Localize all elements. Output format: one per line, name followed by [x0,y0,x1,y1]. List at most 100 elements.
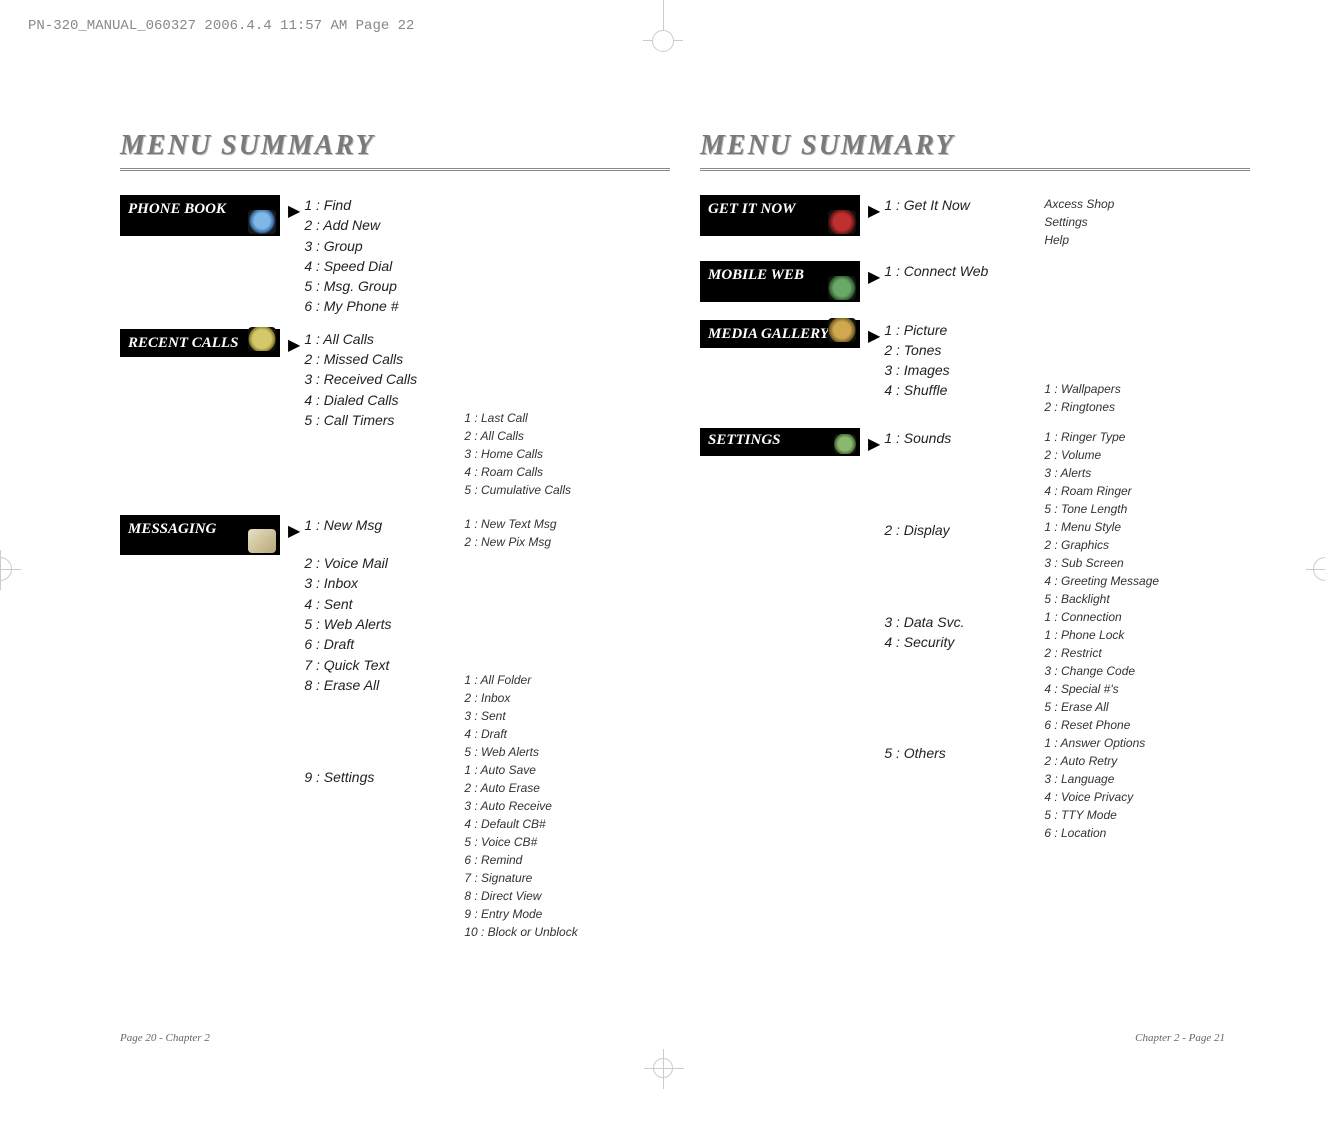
list-item: 5 : Web Alerts [464,743,670,761]
list-item: 5 : Voice CB# [464,833,670,851]
list-item: 3 : Group [304,236,464,256]
binding-mark-bottom [653,1058,673,1078]
list-item: 1 : Picture [884,320,1044,340]
list-item: 3 : Alerts [1044,464,1250,482]
list-item: 4 : Roam Ringer [1044,482,1250,500]
badge-get-it-now: GET IT NOW [700,195,860,236]
recent-calls-items: 1 : All Calls 2 : Missed Calls 3 : Recei… [304,329,464,430]
list-item: 3 : Received Calls [304,369,464,389]
list-item: 1 : New Msg [304,515,464,535]
section-mobile-web: MOBILE WEB ▶ 1 : Connect Web [700,261,1250,302]
title-rule [700,168,1250,171]
list-item: 4 : Roam Calls [464,463,670,481]
list-item: Axcess Shop [1044,195,1250,213]
list-item: 2 : Add New [304,215,464,235]
footer-right: Chapter 2 - Page 21 [1135,1032,1225,1044]
phone-book-items: 1 : Find 2 : Add New 3 : Group 4 : Speed… [304,195,464,317]
mobile-web-icon [828,276,856,300]
arrow-icon: ▶ [860,261,884,287]
list-item: 3 : Data Svc. [884,612,1044,632]
list-item: 1 : Connect Web [884,261,1044,281]
binding-mark-top [618,0,708,50]
messaging-items: 1 : New Msg 2 : Voice Mail 3 : Inbox 4 :… [304,515,464,788]
list-item: 6 : Location [1044,824,1250,842]
list-item: 6 : Draft [304,634,464,654]
media-gallery-icon [828,318,856,342]
page-title: MENU SUMMARY [120,130,670,162]
list-item: 5 : Tone Length [1044,500,1250,518]
arrow-icon: ▶ [860,320,884,346]
list-item: 2 : Graphics [1044,536,1250,554]
settings-items: 1 : Sounds 2 : Display 3 : Data Svc. 4 :… [884,428,1044,763]
list-item: 5 : Msg. Group [304,276,464,296]
list-item: 3 : Auto Receive [464,797,670,815]
list-item: 1 : Answer Options [1044,734,1250,752]
list-item: 3 : Inbox [304,573,464,593]
list-item: 4 : Speed Dial [304,256,464,276]
list-item: 4 : Greeting Message [1044,572,1250,590]
list-item: 1 : Sounds [884,428,1044,448]
arrow-icon: ▶ [280,515,304,541]
badge-label: MESSAGING [128,521,216,537]
page-right: MENU SUMMARY GET IT NOW ▶ 1 : Get It Now… [700,130,1250,854]
list-item: 5 : Cumulative Calls [464,481,670,499]
list-item: 7 : Signature [464,869,670,887]
list-item: 2 : Missed Calls [304,349,464,369]
list-item: 2 : Tones [884,340,1044,360]
badge-mobile-web: MOBILE WEB [700,261,860,302]
badge-phone-book: PHONE BOOK [120,195,280,236]
badge-label: MOBILE WEB [708,267,804,283]
badge-label: RECENT CALLS [128,335,238,351]
list-item: 6 : Reset Phone [1044,716,1250,734]
section-phone-book: PHONE BOOK ▶ 1 : Find 2 : Add New 3 : Gr… [120,195,670,317]
list-item: 2 : New Pix Msg [464,533,670,551]
arrow-icon: ▶ [860,428,884,454]
settings-sub: 1 : Ringer Type 2 : Volume 3 : Alerts 4 … [1044,428,1250,842]
list-item: Settings [1044,213,1250,231]
list-item: 9 : Entry Mode [464,905,670,923]
list-item: 1 : Menu Style [1044,518,1250,536]
media-gallery-items: 1 : Picture 2 : Tones 3 : Images 4 : Shu… [884,320,1044,401]
list-item: 1 : Get It Now [884,195,1044,215]
list-item: 5 : Others [884,743,1044,763]
list-item: 5 : Web Alerts [304,614,464,634]
list-item: 1 : Wallpapers [1044,380,1250,398]
list-item: Help [1044,231,1250,249]
badge-label: GET IT NOW [708,201,796,217]
list-item: 2 : Inbox [464,689,670,707]
list-item: 9 : Settings [304,767,464,787]
call-timers-sub: 1 : Last Call 2 : All Calls 3 : Home Cal… [464,329,670,499]
registration-mark-left [0,557,12,581]
list-item: 2 : All Calls [464,427,670,445]
recent-calls-icon [248,327,276,351]
arrow-icon: ▶ [860,195,884,221]
list-item: 1 : Connection [1044,608,1250,626]
badge-recent-calls: RECENT CALLS [120,329,280,358]
section-get-it-now: GET IT NOW ▶ 1 : Get It Now Axcess Shop … [700,195,1250,249]
list-item: 4 : Voice Privacy [1044,788,1250,806]
list-item: 4 : Security [884,632,1044,652]
media-gallery-sub: 1 : Wallpapers 2 : Ringtones [1044,320,1250,416]
list-item: 7 : Quick Text [304,655,464,675]
list-item: 4 : Shuffle [884,380,1044,400]
phone-book-icon [248,210,276,234]
section-messaging: MESSAGING ▶ 1 : New Msg 2 : Voice Mail 3… [120,515,670,941]
badge-media-gallery: MEDIA GALLERY [700,320,860,349]
list-item: 1 : All Calls [304,329,464,349]
list-item: 3 : Sent [464,707,670,725]
arrow-icon: ▶ [280,195,304,221]
list-item: 5 : TTY Mode [1044,806,1250,824]
list-item: 8 : Erase All [304,675,464,695]
registration-mark-right [1313,557,1325,581]
list-item: 1 : Auto Save [464,761,670,779]
list-item: 1 : Last Call [464,409,670,427]
section-media-gallery: MEDIA GALLERY ▶ 1 : Picture 2 : Tones 3 … [700,320,1250,416]
list-item: 6 : Remind [464,851,670,869]
list-item: 5 : Call Timers [304,410,464,430]
list-item: 3 : Home Calls [464,445,670,463]
badge-messaging: MESSAGING [120,515,280,556]
list-item: 2 : Voice Mail [304,553,464,573]
list-item: 2 : Restrict [1044,644,1250,662]
mobile-web-items: 1 : Connect Web [884,261,1044,281]
settings-icon [834,434,856,454]
